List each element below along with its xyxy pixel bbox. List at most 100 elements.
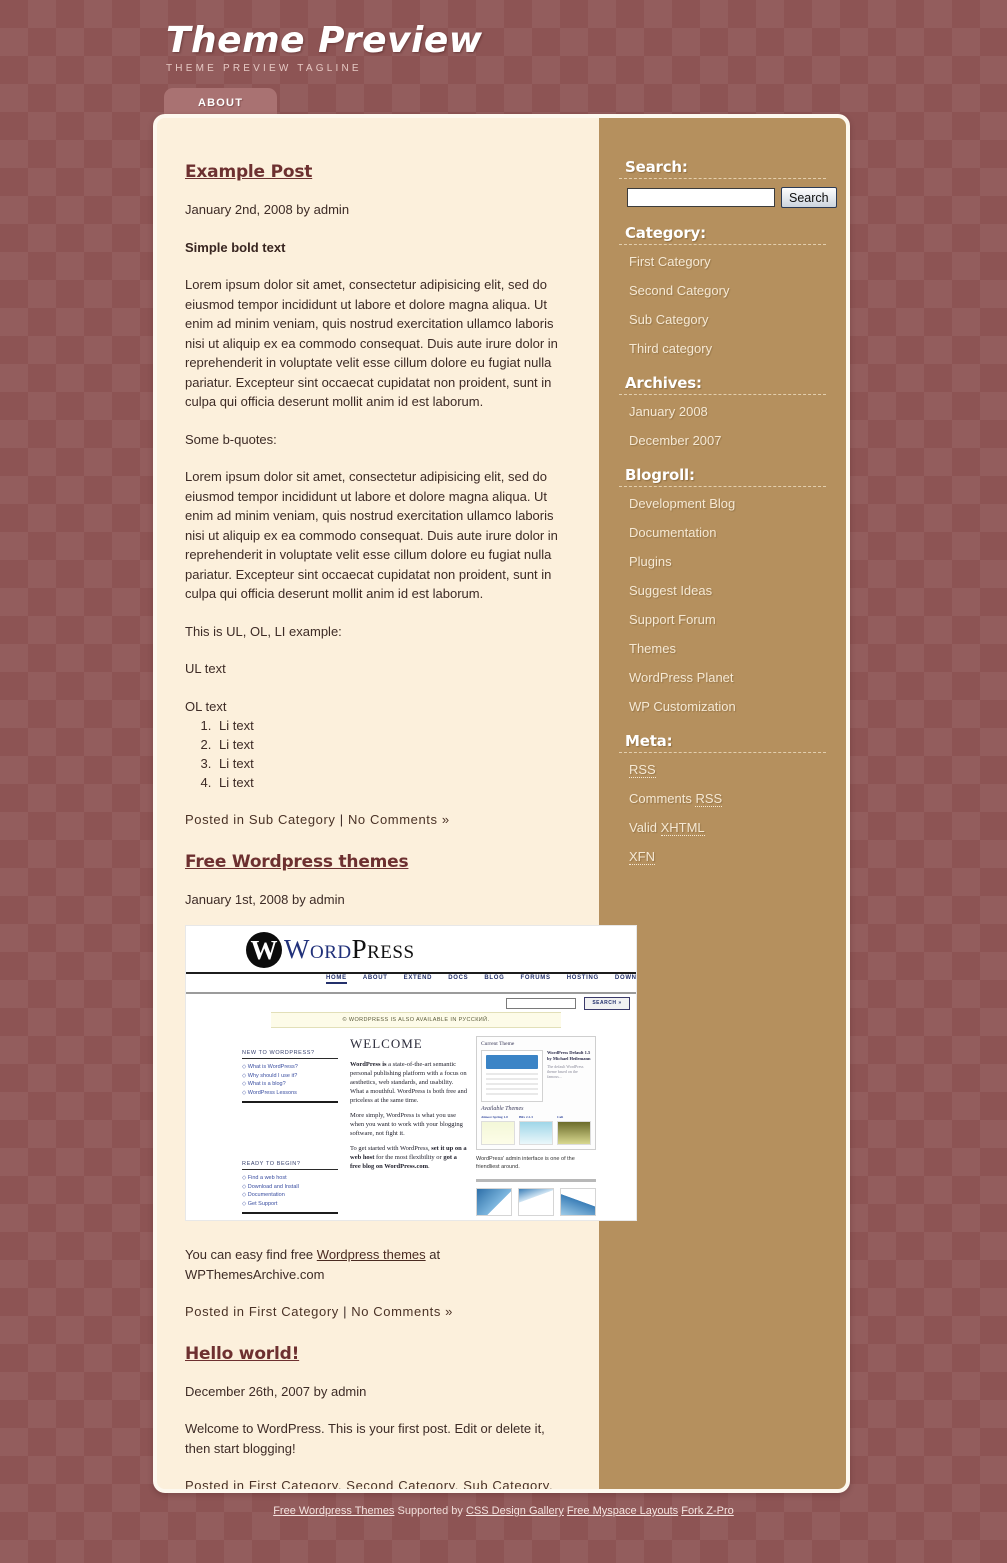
post-category-link[interactable]: Posted in First Category xyxy=(185,1304,339,1319)
list-item: ◇ WordPress Lessons xyxy=(242,1089,297,1096)
footer-link-fork-z-pro[interactable]: Fork Z-Pro xyxy=(681,1505,734,1517)
sidebar-item-themes[interactable]: Themes xyxy=(629,641,676,656)
footer-link-free-myspace-layouts[interactable]: Free Myspace Layouts xyxy=(567,1505,678,1517)
post-example-post: Example Post January 2nd, 2008 by admin … xyxy=(185,146,563,830)
search-button[interactable]: Search xyxy=(781,187,837,208)
sidebar-item-wp-customization[interactable]: WP Customization xyxy=(629,699,736,714)
wp-ready-links: ◇ Find a web host ◇ Download and Install… xyxy=(242,1174,338,1208)
wp-logo-row: W WordPress xyxy=(186,926,636,974)
sidebar-heading-meta: Meta: xyxy=(625,732,673,750)
post-ol-text: OL text xyxy=(185,698,227,714)
archives-list: January 2008 December 2007 xyxy=(619,403,826,450)
post-ul-text: UL text xyxy=(185,661,226,676)
list-item: Suggest Ideas xyxy=(619,582,826,600)
primary-navigation: ABOUT xyxy=(164,88,278,117)
list-item: XFN xyxy=(619,848,826,866)
footer-link-free-wordpress-themes[interactable]: Free Wordpress Themes xyxy=(273,1505,394,1517)
sidebar-item-comments-rss[interactable]: Comments RSS xyxy=(629,791,723,807)
sidebar-category-block: Category: First Category Second Category… xyxy=(619,224,826,358)
wp-welcome-p1: WordPress is a state-of-the-art semantic… xyxy=(350,1061,468,1104)
wp-search-button: SEARCH » xyxy=(584,997,630,1010)
list-item: Li text xyxy=(215,716,563,735)
list-item: December 2007 xyxy=(619,432,826,450)
wp-available-label: Available Themes xyxy=(481,1106,524,1112)
wp-nav-hosting: HOSTING xyxy=(566,975,599,981)
sidebar-item-documentation[interactable]: Documentation xyxy=(629,525,716,540)
post-date: January 1st, 2008 by admin xyxy=(185,891,345,907)
site-tagline: THEME PREVIEW TAGLINE xyxy=(166,63,362,74)
sidebar-item-valid-xhtml[interactable]: Valid XHTML xyxy=(629,820,705,836)
sidebar-search-block: Search: Search xyxy=(619,158,837,208)
wp-welcome-p3: To get started with WordPress, set it up… xyxy=(350,1145,467,1170)
wp-welcome-column: WELCOME WordPress is a state-of-the-art … xyxy=(350,1036,468,1177)
site-title: Theme Preview xyxy=(166,20,483,61)
divider xyxy=(619,244,826,245)
wp-search-row: SEARCH » xyxy=(186,994,636,1014)
sidebar-item-sub-category[interactable]: Sub Category xyxy=(629,312,709,327)
list-item: Li text xyxy=(215,754,563,773)
sidebar-item-suggest-ideas[interactable]: Suggest Ideas xyxy=(629,583,712,598)
wp-nav-blog: BLOG xyxy=(484,975,505,981)
wp-new-links: ◇ What is WordPress? ◇ Why should I use … xyxy=(242,1063,338,1097)
list-item: ◇ Documentation xyxy=(242,1192,285,1198)
list-item: ◇ Find a web host xyxy=(242,1175,287,1181)
post-title-link[interactable]: Example Post xyxy=(185,162,312,182)
sidebar-item-second-category[interactable]: Second Category xyxy=(629,283,729,298)
post-ordered-list: Li text Li text Li text Li text xyxy=(185,716,563,792)
sidebar-item-support-forum[interactable]: Support Forum xyxy=(629,612,716,627)
sidebar-blogroll-block: Blogroll: Development Blog Documentation… xyxy=(619,466,826,716)
list-item: WP Customization xyxy=(619,698,826,716)
sidebar-item-plugins[interactable]: Plugins xyxy=(629,554,672,569)
category-list: First Category Second Category Sub Categ… xyxy=(619,253,826,358)
post-bquote-intro: Some b-quotes: xyxy=(185,431,277,447)
sidebar-item-xfn[interactable]: XFN xyxy=(629,849,655,865)
divider xyxy=(619,486,826,487)
sidebar-item-december-2007[interactable]: December 2007 xyxy=(629,433,722,448)
wordpress-wordmark: WordPress xyxy=(284,934,415,965)
list-item: ◇ What is a blog? xyxy=(242,1081,286,1087)
post-paragraph-2: Lorem ipsum dolor sit amet, consectetur … xyxy=(185,469,558,601)
post-comments-link[interactable]: No Comments » xyxy=(348,812,450,827)
list-item: Plugins xyxy=(619,553,826,571)
nav-tab-about[interactable]: ABOUT xyxy=(164,88,278,117)
post-comments-link[interactable]: No Comments » xyxy=(351,1304,453,1319)
sidebar-item-first-category[interactable]: First Category xyxy=(629,254,711,269)
wp-right-column: Current Theme WordPress Default 1.5 by M… xyxy=(476,1036,596,1216)
post-title-link[interactable]: Hello world! xyxy=(185,1344,299,1364)
wp-search-input xyxy=(506,998,576,1009)
meta-separator: | xyxy=(343,1304,348,1319)
site-footer: Free Wordpress Themes Supported by CSS D… xyxy=(0,1505,1007,1517)
list-item: Li text xyxy=(215,773,563,792)
sidebar-meta-block: Meta: RSS Comments RSS Valid XHTML XFN xyxy=(619,732,826,866)
sidebar-item-wordpress-planet[interactable]: WordPress Planet xyxy=(629,670,734,685)
list-item: Second Category xyxy=(619,282,826,300)
meta-separator: | xyxy=(339,812,344,827)
list-item: Li text xyxy=(215,735,563,754)
wordmark-press: Press xyxy=(351,934,415,964)
post-paragraph-1: Lorem ipsum dolor sit amet, consectetur … xyxy=(185,277,558,409)
post-body: Welcome to WordPress. This is your first… xyxy=(185,1421,545,1456)
post-category-link[interactable]: Posted in Sub Category xyxy=(185,812,336,827)
sidebar-item-rss[interactable]: RSS xyxy=(629,762,656,778)
search-input[interactable] xyxy=(627,188,775,207)
sidebar-archives-block: Archives: January 2008 December 2007 xyxy=(619,374,826,450)
list-item: RSS xyxy=(619,761,826,779)
post-meta: Posted in First Category, Second Categor… xyxy=(185,1476,563,1489)
sidebar-item-january-2008[interactable]: January 2008 xyxy=(629,404,708,419)
list-item: ◇ Download and Install xyxy=(242,1183,299,1190)
post-date: December 26th, 2007 by admin xyxy=(185,1383,367,1399)
list-item: Valid XHTML xyxy=(619,819,826,837)
sidebar-item-third-category[interactable]: Third category xyxy=(629,341,712,356)
post-category-link[interactable]: Posted in First Category, Second Categor… xyxy=(185,1478,553,1489)
wp-available-theme: Blix 2.2.3 xyxy=(519,1115,553,1145)
footer-link-css-design-gallery[interactable]: CSS Design Gallery xyxy=(466,1505,564,1517)
wordpress-themes-link[interactable]: Wordpress themes xyxy=(317,1247,426,1262)
sidebar-heading-archives: Archives: xyxy=(625,374,702,392)
wp-current-theme-label: Current Theme xyxy=(481,1041,515,1047)
post-title-link[interactable]: Free Wordpress themes xyxy=(185,852,409,872)
list-item: Sub Category xyxy=(619,311,826,329)
wordpress-logo-icon: W xyxy=(246,932,282,968)
list-item: ◇ Why should I use it? xyxy=(242,1072,298,1079)
sidebar-item-development-blog[interactable]: Development Blog xyxy=(629,496,735,511)
post-list-intro: This is UL, OL, LI example: xyxy=(185,623,342,639)
